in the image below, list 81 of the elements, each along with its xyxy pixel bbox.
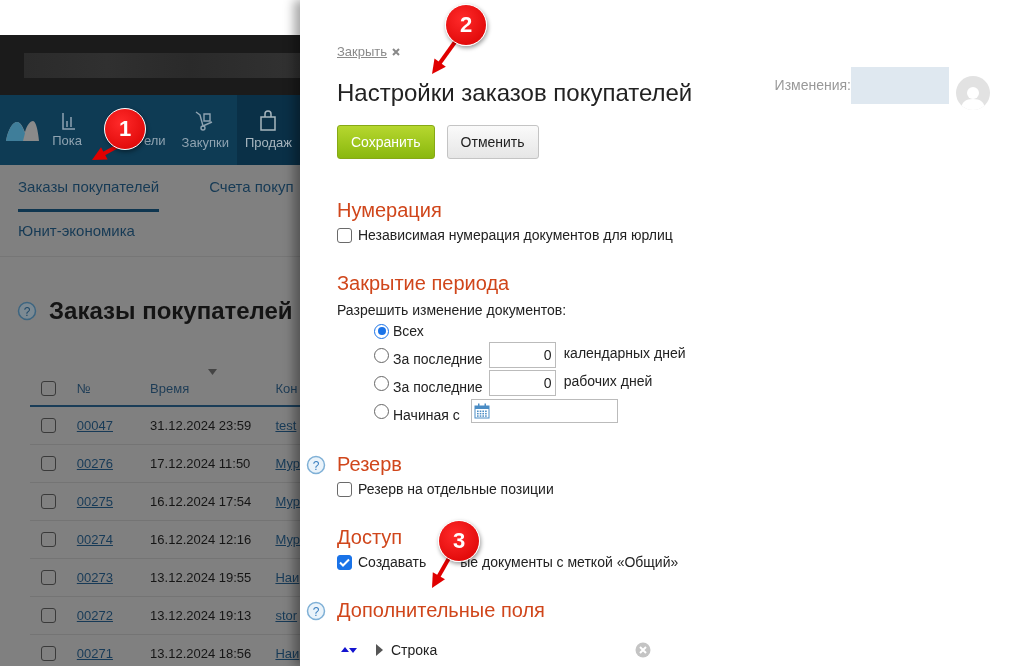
checkbox-label: Независимая нумерация документов для юрлиц: [358, 227, 673, 243]
column-header[interactable]: №: [76, 380, 91, 396]
tab[interactable]: Счета покуп: [209, 178, 294, 212]
table-cell: 31.12.2024 23:59: [150, 418, 252, 433]
column-header[interactable]: Время: [150, 380, 190, 396]
nav-label[interactable]: Продаж: [244, 135, 292, 150]
section-heading: Закрытие периода: [337, 271, 510, 296]
checkbox[interactable]: [41, 570, 56, 585]
checkbox-label: Резерв на отдельные позиции: [358, 481, 554, 497]
checkbox[interactable]: [41, 646, 56, 661]
help-icon[interactable]: ?: [306, 455, 326, 475]
order-number-link[interactable]: 00275: [76, 494, 113, 509]
field-suffix: рабочих дней: [563, 373, 653, 389]
checkbox[interactable]: [337, 481, 352, 497]
radio-label: За последние: [393, 379, 483, 395]
field-name: Строка: [391, 642, 439, 658]
cancel-button[interactable]: Отменить: [446, 125, 539, 159]
checkbox[interactable]: [41, 456, 56, 471]
calendar-icon[interactable]: [473, 403, 490, 419]
date-field[interactable]: [470, 399, 618, 423]
help-icon[interactable]: ?: [306, 601, 326, 621]
order-number-link[interactable]: 00273: [76, 570, 113, 585]
nav-label[interactable]: ели: [143, 133, 166, 148]
field-suffix: календарных дней: [563, 345, 686, 361]
panel-title: Настройки заказов покупателей: [337, 79, 694, 107]
callout-arrow: [92, 144, 119, 160]
nav-label[interactable]: Пока: [52, 133, 82, 148]
table-cell: 13.12.2024 19:55: [150, 570, 252, 585]
tab[interactable]: Заказы покупателей: [18, 178, 160, 212]
table-cell: 13.12.2024 19:13: [150, 608, 252, 623]
counterparty-link[interactable]: Наи: [275, 646, 300, 661]
checkbox[interactable]: [337, 554, 352, 570]
counterparty-link[interactable]: Наи: [275, 570, 300, 585]
radio-label: За последние: [393, 351, 483, 367]
help-icon[interactable]: ?: [17, 301, 37, 321]
expand-caret-icon[interactable]: [375, 644, 383, 656]
radio-label: Начиная с: [393, 407, 460, 423]
counterparty-link[interactable]: test: [275, 418, 297, 433]
order-number-link[interactable]: 00276: [76, 456, 113, 471]
section-heading: Резерв: [337, 452, 402, 477]
counterparty-link[interactable]: stor: [275, 608, 298, 623]
order-number-link[interactable]: 00047: [76, 418, 113, 433]
reorder-arrows-icon[interactable]: [341, 646, 357, 654]
callout-arrow: [432, 40, 457, 74]
section-heading: Дополнительные поля: [337, 598, 545, 623]
checkbox[interactable]: [41, 608, 56, 623]
checkbox-label: Создавать: [358, 554, 427, 570]
section-heading: Нумерация: [337, 198, 442, 223]
sort-caret-icon: [208, 369, 218, 375]
counterparty-link[interactable]: Мур: [275, 494, 300, 509]
table-cell: 16.12.2024 17:54: [150, 494, 252, 509]
checkbox[interactable]: [337, 227, 352, 243]
table-cell: 13.12.2024 18:56: [150, 646, 252, 661]
checkbox[interactable]: [41, 380, 56, 396]
logo-icon: [5, 119, 40, 141]
order-number-link[interactable]: 00272: [76, 608, 113, 623]
changes-label: Изменения:: [774, 77, 851, 93]
page-title: Заказы покупателей: [49, 297, 293, 325]
callout-arrow: [432, 557, 451, 588]
order-number-link[interactable]: 00271: [76, 646, 113, 661]
counterparty-link[interactable]: Мур: [275, 532, 300, 547]
bag-icon: [258, 110, 279, 132]
counterparty-link[interactable]: Мур: [275, 456, 300, 471]
chart-icon: [62, 112, 77, 130]
field-label: Разрешить изменение документов:: [337, 302, 568, 318]
section-heading: Доступ: [337, 525, 403, 550]
table-cell: 17.12.2024 11:50: [150, 456, 251, 471]
order-number-link[interactable]: 00274: [76, 532, 113, 547]
radio-label: Всех: [393, 323, 424, 339]
checkbox[interactable]: [41, 418, 56, 433]
close-link[interactable]: Закрыть: [337, 44, 388, 59]
number-field[interactable]: 0: [488, 370, 556, 396]
close-icon[interactable]: [392, 47, 401, 56]
checkbox[interactable]: [41, 532, 56, 547]
avatar-icon: [956, 76, 990, 110]
checkbox[interactable]: [41, 494, 56, 509]
nav-label[interactable]: Закупки: [181, 135, 229, 150]
save-button[interactable]: Сохранить: [337, 125, 435, 159]
column-header[interactable]: Кон: [275, 380, 298, 396]
table-cell: 16.12.2024 12:16: [150, 532, 252, 547]
number-field[interactable]: 0: [488, 342, 556, 368]
